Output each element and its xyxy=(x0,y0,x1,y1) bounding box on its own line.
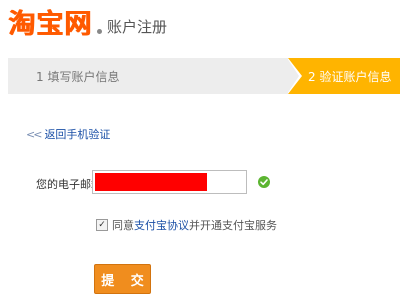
registration-steps: 1 填写账户信息 2 验证账户信息 xyxy=(8,58,400,94)
agreement-checkbox[interactable]: ✓ xyxy=(96,219,108,231)
agreement-prefix: 同意 xyxy=(112,219,134,232)
brand-header: 淘宝网 账户注册 xyxy=(8,6,167,42)
taobao-logo[interactable]: 淘宝网 xyxy=(8,11,92,38)
step-fill-account-info: 1 填写账户信息 xyxy=(8,58,288,94)
alipay-agreement-link[interactable]: 支付宝协议 xyxy=(134,217,189,233)
back-link-label: 返回手机验证 xyxy=(44,128,111,141)
step-verify-account-info: 2 验证账户信息 xyxy=(288,58,400,94)
submit-button[interactable]: 提 交 xyxy=(94,264,151,294)
agreement-row: ✓ 同意 支付宝协议 并开通支付宝服务 xyxy=(96,217,277,233)
agreement-suffix: 并开通支付宝服务 xyxy=(189,219,277,232)
back-to-phone-verification-link[interactable]: << 返回手机验证 xyxy=(26,126,110,142)
header-separator-dot xyxy=(97,28,102,34)
double-chevron-left-icon: << xyxy=(26,127,43,141)
email-value-redacted xyxy=(95,173,207,191)
valid-check-icon xyxy=(258,176,270,188)
email-field[interactable] xyxy=(92,170,247,194)
step-arrow xyxy=(287,58,299,94)
page-title: 账户注册 xyxy=(107,17,168,36)
